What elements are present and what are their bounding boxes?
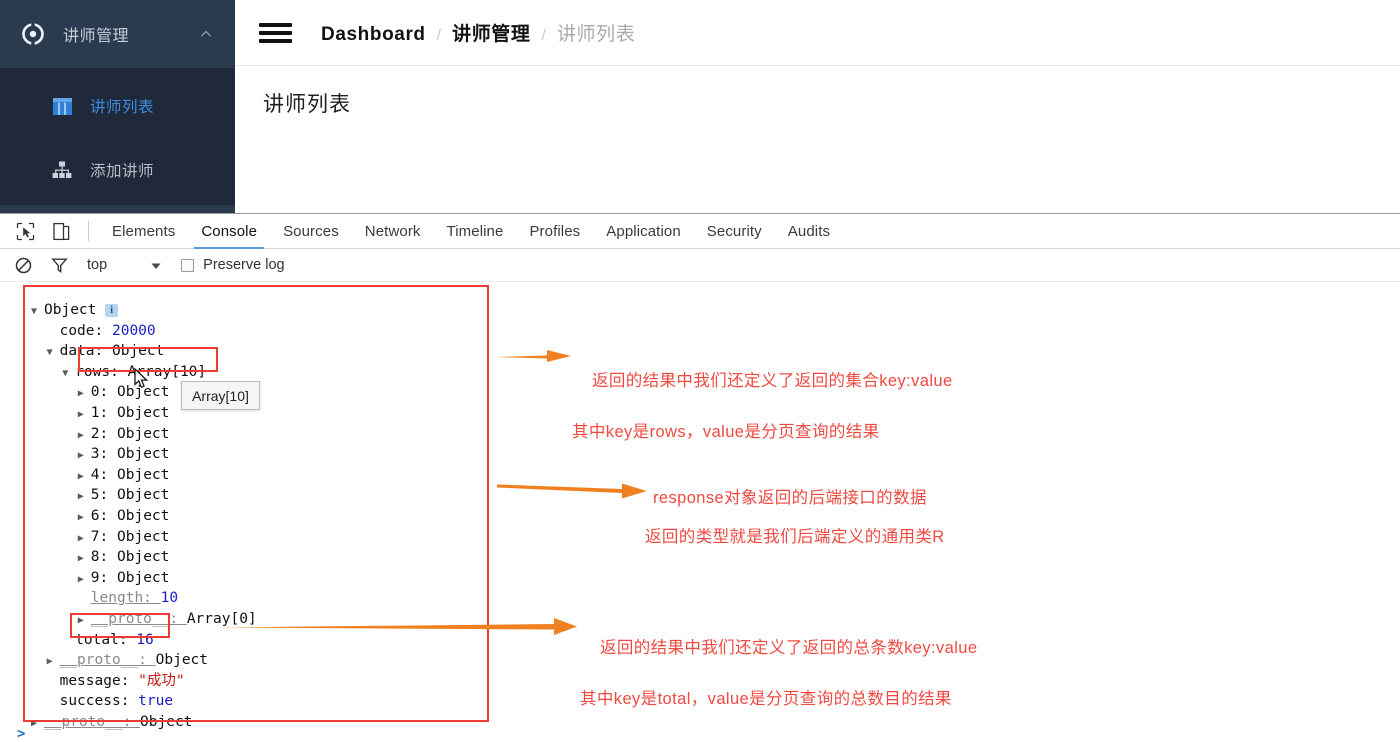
target-circle-icon bbox=[22, 23, 44, 45]
tab-profiles[interactable]: Profiles bbox=[516, 214, 593, 249]
sidebar-footer-strip bbox=[0, 205, 235, 213]
sidebar-item-label: 添加讲师 bbox=[90, 163, 155, 180]
breadcrumb-item-dashboard[interactable]: Dashboard bbox=[321, 24, 426, 46]
sidebar-group-title: 讲师管理 bbox=[63, 28, 130, 45]
sidebar: 讲师管理 讲师列表 添加讲师 bbox=[0, 0, 235, 213]
annotation-line: 返回的结果中我们还定义了返回的集合key:value bbox=[591, 372, 953, 390]
tab-elements[interactable]: Elements bbox=[99, 214, 188, 249]
toolbar-divider bbox=[88, 221, 89, 241]
sidebar-item-label: 讲师列表 bbox=[90, 99, 155, 116]
annotation-text-rows: 返回的结果中我们还定义了返回的集合key:value 其中key是rows，va… bbox=[572, 348, 953, 480]
breadcrumb-separator: / bbox=[541, 27, 546, 44]
clear-console-icon[interactable] bbox=[13, 255, 33, 275]
sidebar-group-header[interactable]: 讲师管理 bbox=[0, 0, 235, 68]
devtools-tabbar: Elements Console Sources Network Timelin… bbox=[0, 214, 1400, 249]
annotation-text-response-2: 返回的类型就是我们后端定义的通用类R bbox=[645, 528, 945, 546]
hover-tooltip: Array[10] bbox=[181, 381, 260, 410]
filter-funnel-icon[interactable] bbox=[49, 255, 69, 275]
annotation-text-total: 返回的结果中我们还定义了返回的总条数key:value 其中key是total，… bbox=[580, 615, 977, 742]
tab-console[interactable]: Console bbox=[188, 214, 270, 249]
console-context-selector[interactable]: top bbox=[87, 257, 107, 273]
table-grid-icon bbox=[52, 96, 72, 116]
tab-application[interactable]: Application bbox=[593, 214, 693, 249]
tab-timeline[interactable]: Timeline bbox=[434, 214, 517, 249]
tab-security[interactable]: Security bbox=[694, 214, 775, 249]
mouse-cursor-icon bbox=[134, 367, 150, 390]
sidebar-item-teacher-list[interactable]: 讲师列表 bbox=[0, 76, 235, 136]
app-content: 讲师列表 bbox=[235, 66, 1400, 213]
device-toolbar-icon[interactable] bbox=[50, 220, 72, 242]
annotation-line: 返回的结果中我们还定义了返回的总条数key:value bbox=[599, 639, 978, 657]
chevron-up-icon[interactable] bbox=[199, 27, 213, 41]
page-title: 讲师列表 bbox=[263, 93, 351, 116]
annotation-text-response-1: response对象返回的后端接口的数据 bbox=[653, 489, 927, 507]
app-header: Dashboard / 讲师管理 / 讲师列表 bbox=[235, 0, 1400, 66]
tab-sources[interactable]: Sources bbox=[270, 214, 352, 249]
caret-down-icon[interactable] bbox=[150, 259, 162, 271]
tab-network[interactable]: Network bbox=[352, 214, 434, 249]
preserve-log-checkbox[interactable] bbox=[181, 258, 195, 272]
devtools-tab-list: Elements Console Sources Network Timelin… bbox=[99, 214, 843, 249]
annotation-arrow-3 bbox=[220, 618, 577, 635]
breadcrumb-item-teacher-list: 讲师列表 bbox=[556, 24, 636, 45]
breadcrumb-separator: / bbox=[436, 27, 442, 44]
highlight-box-total-key bbox=[70, 613, 170, 638]
hamburger-menu-icon[interactable] bbox=[259, 21, 292, 45]
breadcrumb-item-teacher-mgmt[interactable]: 讲师管理 bbox=[452, 19, 530, 46]
screenshot-root: 讲师管理 讲师列表 添加讲师 Dashboard / 讲师管理 / 讲师列表 讲… bbox=[0, 0, 1400, 742]
sidebar-menu: 讲师列表 添加讲师 bbox=[0, 68, 235, 205]
preserve-log-label: Preserve log bbox=[203, 257, 285, 273]
annotation-line: 其中key是rows，value是分页查询的结果 bbox=[572, 423, 880, 441]
web-app-area: 讲师管理 讲师列表 添加讲师 Dashboard / 讲师管理 / 讲师列表 讲… bbox=[0, 0, 1400, 213]
sitemap-icon bbox=[52, 160, 72, 180]
sidebar-item-add-teacher[interactable]: 添加讲师 bbox=[0, 140, 235, 200]
breadcrumb: Dashboard / 讲师管理 / 讲师列表 bbox=[321, 19, 635, 46]
annotation-arrow-1 bbox=[495, 350, 571, 362]
console-filter-bar: top Preserve log bbox=[0, 249, 1400, 282]
annotation-line: 其中key是total，value是分页查询的总数目的结果 bbox=[580, 690, 952, 708]
tab-audits[interactable]: Audits bbox=[775, 214, 843, 249]
inspect-element-icon[interactable] bbox=[14, 220, 36, 242]
console-prompt[interactable]: > bbox=[17, 726, 25, 742]
